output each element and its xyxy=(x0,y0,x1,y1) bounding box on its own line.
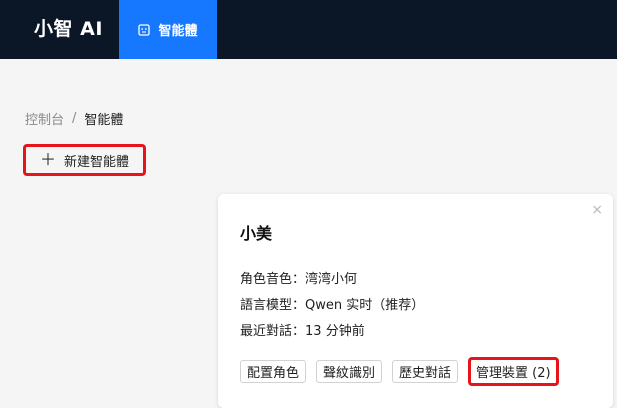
breadcrumb: 控制台 / 智能體 xyxy=(25,109,123,128)
top-navigation-bar: 小智 AI 智能體 xyxy=(0,0,617,59)
model-info: 語言模型：Qwen 实时（推荐） xyxy=(240,294,424,313)
close-icon[interactable]: × xyxy=(591,202,603,218)
breadcrumb-current: 智能體 xyxy=(84,113,124,128)
model-label: 語言模型： xyxy=(240,298,306,313)
agent-card: × 小美 角色音色：湾湾小何 語言模型：Qwen 实时（推荐） 最近對話：13 … xyxy=(218,194,613,408)
new-agent-label: 新建智能體 xyxy=(64,154,130,170)
manage-devices-button[interactable]: 管理裝置 (2) xyxy=(468,357,559,386)
voiceprint-button[interactable]: 聲紋識別 xyxy=(316,360,383,383)
agent-name: 小美 xyxy=(240,224,273,243)
voice-value: 湾湾小何 xyxy=(305,272,358,287)
nav-tab-label: 智能體 xyxy=(158,24,198,39)
nav-tab-agents[interactable]: 智能體 xyxy=(119,0,217,59)
chat-history-button[interactable]: 歷史對話 xyxy=(392,360,459,383)
model-value: Qwen 实时（推荐） xyxy=(305,298,425,313)
recent-label: 最近對話： xyxy=(240,324,306,339)
new-agent-button[interactable]: ＋ 新建智能體 xyxy=(23,144,146,176)
voice-label: 角色音色： xyxy=(240,272,306,287)
robot-icon xyxy=(138,23,151,36)
app-brand: 小智 AI xyxy=(34,18,103,40)
voice-info: 角色音色：湾湾小何 xyxy=(240,268,357,287)
configure-role-button[interactable]: 配置角色 xyxy=(240,360,307,383)
recent-value: 13 分钟前 xyxy=(305,324,365,339)
recent-chat-info: 最近對話：13 分钟前 xyxy=(240,320,365,339)
card-actions: 配置角色 聲紋識別 歷史對話 管理裝置 (2) xyxy=(240,357,559,386)
plus-icon: ＋ xyxy=(40,150,57,169)
breadcrumb-separator: / xyxy=(72,111,77,126)
breadcrumb-console[interactable]: 控制台 xyxy=(25,109,64,128)
